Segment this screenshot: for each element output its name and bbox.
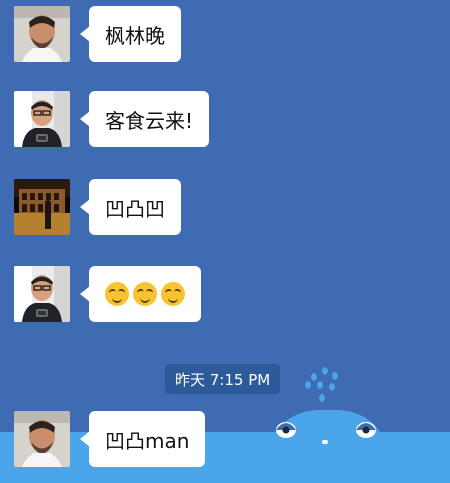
message-text: 凹凸man — [105, 428, 190, 453]
timestamp-text: 昨天 7:15 PM — [175, 370, 271, 389]
message-row-1: 枫林晚 — [14, 6, 181, 62]
avatar[interactable] — [14, 411, 70, 467]
squint-smile-emoji-icon — [161, 282, 185, 306]
message-bubble[interactable]: 凹凸凹 — [80, 179, 181, 235]
message-bubble[interactable]: 客食云来! — [79, 91, 210, 147]
message-row-5: 凹凸man — [14, 411, 206, 467]
emoji-row — [105, 282, 185, 306]
message-bubble[interactable] — [80, 266, 201, 322]
message-text: 客食云来! — [105, 108, 194, 133]
timestamp-badge: 昨天 7:15 PM — [165, 364, 281, 394]
message-bubble[interactable]: 凹凸man — [79, 411, 206, 467]
avatar[interactable] — [14, 179, 70, 235]
message-row-4 — [14, 266, 201, 322]
avatar[interactable] — [14, 91, 70, 147]
avatar[interactable] — [14, 6, 70, 62]
whale-icon — [268, 360, 388, 450]
message-text: 枫林晚 — [105, 23, 165, 48]
avatar[interactable] — [14, 266, 70, 322]
message-bubble[interactable]: 枫林晚 — [80, 6, 181, 62]
message-row-2: 客食云来! — [14, 91, 210, 147]
message-text: 凹凸凹 — [105, 196, 165, 221]
message-row-3: 凹凸凹 — [14, 179, 181, 235]
squint-smile-emoji-icon — [133, 282, 157, 306]
squint-smile-emoji-icon — [105, 282, 129, 306]
